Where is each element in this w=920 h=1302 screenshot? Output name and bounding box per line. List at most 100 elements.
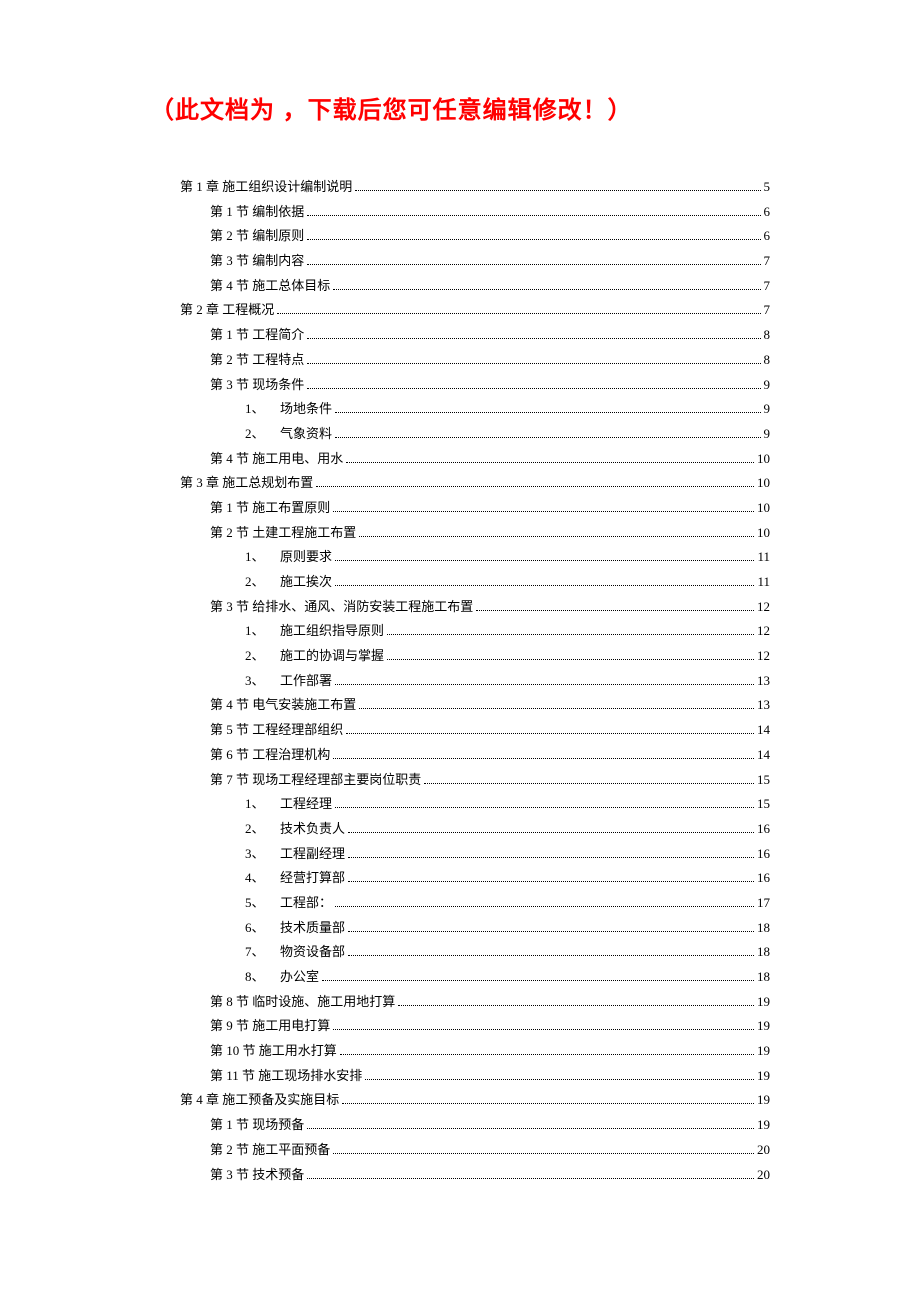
toc-entry-number: 2、 <box>245 422 280 447</box>
toc-entry-label: 施工的协调与掌握 <box>280 644 384 669</box>
toc-leader-dots <box>333 1153 754 1154</box>
toc-entry-label: 第 2 节 施工平面预备 <box>210 1138 330 1163</box>
toc-leader-dots <box>335 807 754 808</box>
toc-entry: 第 9 节 施工用电打算19 <box>210 1014 770 1039</box>
toc-entry-page: 19 <box>757 1088 770 1113</box>
toc-leader-dots <box>348 955 754 956</box>
toc-entry-label: 第 4 节 施工总体目标 <box>210 274 330 299</box>
toc-entry-number: 5、 <box>245 891 280 916</box>
toc-entry: 8、办公室18 <box>245 965 770 990</box>
toc-leader-dots <box>348 881 754 882</box>
toc-entry-page: 18 <box>757 916 770 941</box>
toc-entry-page: 12 <box>757 644 770 669</box>
toc-leader-dots <box>342 1103 754 1104</box>
toc-entry-label: 第 2 节 土建工程施工布置 <box>210 521 356 546</box>
document-page: （此文档为 ，下载后您可任意编辑修改！） 第 1 章 施工组织设计编制说明5第 … <box>0 0 920 1267</box>
toc-entry: 第 7 节 现场工程经理部主要岗位职责15 <box>210 768 770 793</box>
toc-entry: 第 6 节 工程治理机构14 <box>210 743 770 768</box>
toc-entry-page: 19 <box>757 1039 770 1064</box>
toc-entry: 第 1 节 编制依据6 <box>210 200 770 225</box>
toc-entry-label: 第 3 节 技术预备 <box>210 1163 304 1188</box>
toc-leader-dots <box>333 511 754 512</box>
toc-entry: 6、技术质量部18 <box>245 916 770 941</box>
toc-leader-dots <box>335 412 760 413</box>
toc-entry-page: 5 <box>764 175 771 200</box>
toc-entry: 第 3 节 编制内容 7 <box>210 249 770 274</box>
toc-entry-number: 4、 <box>245 866 280 891</box>
toc-entry-label: 第 2 节 工程特点 <box>210 348 304 373</box>
toc-leader-dots <box>307 1178 754 1179</box>
toc-leader-dots <box>359 536 754 537</box>
toc-entry: 1、原则要求11 <box>245 545 770 570</box>
toc-leader-dots <box>277 313 760 314</box>
toc-leader-dots <box>359 708 754 709</box>
toc-entry: 3、工作部署13 <box>245 669 770 694</box>
toc-entry-page: 9 <box>764 422 771 447</box>
toc-leader-dots <box>322 980 754 981</box>
toc-entry-page: 13 <box>757 693 770 718</box>
toc-entry: 2、施工挨次11 <box>245 570 770 595</box>
toc-entry: 第 4 节 施工用电、用水10 <box>210 447 770 472</box>
toc-entry-page: 19 <box>757 990 770 1015</box>
toc-entry-page: 18 <box>757 965 770 990</box>
toc-entry-label: 第 3 节 给排水、通风、消防安装工程施工布置 <box>210 595 473 620</box>
toc-entry-label: 工程部： <box>280 891 332 916</box>
toc-entry: 第 3 节 技术预备20 <box>210 1163 770 1188</box>
toc-entry-page: 14 <box>757 718 770 743</box>
toc-leader-dots <box>335 684 754 685</box>
toc-entry-label: 第 8 节 临时设施、施工用地打算 <box>210 990 395 1015</box>
toc-leader-dots <box>307 215 760 216</box>
toc-leader-dots <box>307 1128 754 1129</box>
toc-entry: 第 4 节 电气安装施工布置 13 <box>210 693 770 718</box>
toc-entry-label: 第 3 节 现场条件 <box>210 373 304 398</box>
toc-entry-page: 9 <box>764 373 771 398</box>
toc-leader-dots <box>335 437 760 438</box>
toc-entry-page: 10 <box>757 496 770 521</box>
toc-entry: 1、场地条件9 <box>245 397 770 422</box>
toc-entry-label: 第 5 节 工程经理部组织 <box>210 718 343 743</box>
toc-entry-page: 14 <box>757 743 770 768</box>
toc-entry-number: 3、 <box>245 669 280 694</box>
toc-entry-number: 2、 <box>245 644 280 669</box>
toc-entry-page: 10 <box>757 471 770 496</box>
document-title: （此文档为 ，下载后您可任意编辑修改！） <box>150 90 770 125</box>
toc-leader-dots <box>307 388 760 389</box>
toc-entry-label: 工程副经理 <box>280 842 345 867</box>
toc-leader-dots <box>348 931 754 932</box>
toc-leader-dots <box>476 610 754 611</box>
toc-leader-dots <box>335 560 754 561</box>
toc-entry-page: 12 <box>757 595 770 620</box>
toc-entry-label: 第 3 节 编制内容 <box>210 249 304 274</box>
toc-leader-dots <box>307 363 760 364</box>
toc-entry: 1、工程经理15 <box>245 792 770 817</box>
toc-entry-label: 工程经理 <box>280 792 332 817</box>
toc-entry: 第 8 节 临时设施、施工用地打算 19 <box>210 990 770 1015</box>
toc-entry-label: 第 1 节 施工布置原则 <box>210 496 330 521</box>
toc-entry-label: 施工挨次 <box>280 570 332 595</box>
toc-entry: 第 1 节 施工布置原则 10 <box>210 496 770 521</box>
toc-entry-label: 技术负责人 <box>280 817 345 842</box>
toc-entry-number: 2、 <box>245 817 280 842</box>
toc-entry-page: 6 <box>764 224 771 249</box>
toc-entry: 2、技术负责人16 <box>245 817 770 842</box>
toc-leader-dots <box>348 832 754 833</box>
toc-entry: 5、工程部：17 <box>245 891 770 916</box>
toc-entry-page: 6 <box>764 200 771 225</box>
toc-entry-number: 3、 <box>245 842 280 867</box>
toc-entry-number: 1、 <box>245 397 280 422</box>
toc-entry-page: 10 <box>757 521 770 546</box>
toc-leader-dots <box>333 289 760 290</box>
toc-leader-dots <box>346 733 754 734</box>
toc-entry-number: 1、 <box>245 545 280 570</box>
toc-entry-label: 第 2 节 编制原则 <box>210 224 304 249</box>
toc-entry-number: 2、 <box>245 570 280 595</box>
toc-leader-dots <box>307 338 760 339</box>
toc-entry: 2、施工的协调与掌握 12 <box>245 644 770 669</box>
toc-entry-page: 20 <box>757 1138 770 1163</box>
toc-leader-dots <box>335 906 754 907</box>
toc-leader-dots <box>387 634 754 635</box>
toc-entry-label: 第 4 节 电气安装施工布置 <box>210 693 356 718</box>
toc-entry-page: 7 <box>764 249 771 274</box>
toc-entry: 第 1 节 现场预备19 <box>210 1113 770 1138</box>
toc-entry: 第 4 节 施工总体目标7 <box>210 274 770 299</box>
